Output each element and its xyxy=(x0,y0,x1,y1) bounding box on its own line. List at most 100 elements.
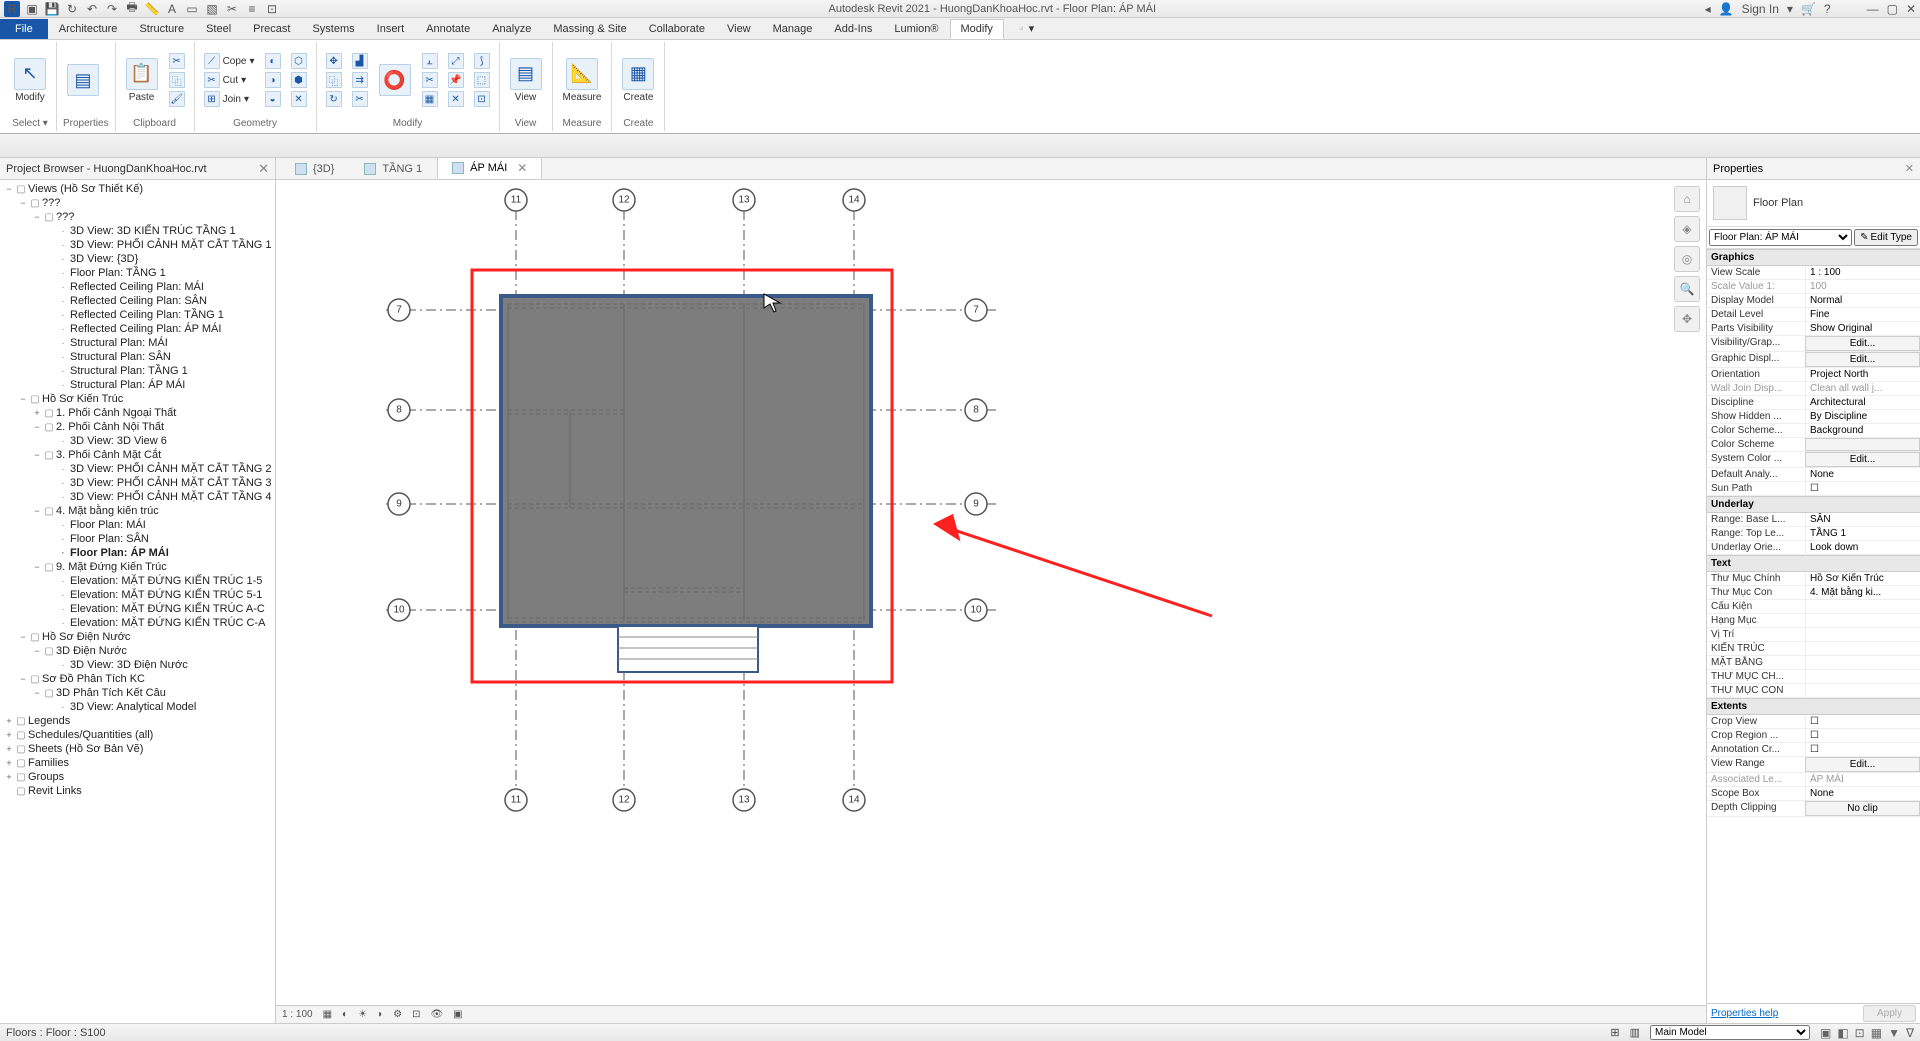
tree-item[interactable]: ·Reflected Ceiling Plan: MÁI xyxy=(0,280,275,294)
property-row[interactable]: View RangeEdit... xyxy=(1707,757,1920,773)
property-row[interactable]: Wall Join Disp...Clean all wall j... xyxy=(1707,382,1920,396)
tree-item[interactable]: ·3D View: PHỐI CẢNH MẶT CẮT TẦNG 2 xyxy=(0,462,275,476)
vc-reveal-icon[interactable]: ▣ xyxy=(453,1009,462,1020)
main-model-select[interactable]: Main Model xyxy=(1650,1025,1810,1040)
property-row[interactable]: Range: Base L...SÂN xyxy=(1707,513,1920,527)
qat-sync-icon[interactable]: ↻ xyxy=(64,1,80,17)
properties-help-link[interactable]: Properties help xyxy=(1711,1008,1778,1019)
clipboard-match-button[interactable]: 🖌 xyxy=(166,90,188,108)
copy-button[interactable]: ⿻ xyxy=(323,71,345,89)
property-row[interactable]: Cấu Kiện xyxy=(1707,600,1920,614)
tree-item[interactable]: ·Reflected Ceiling Plan: ÁP MÁI xyxy=(0,322,275,336)
property-row[interactable]: OrientationProject North xyxy=(1707,368,1920,382)
tree-item[interactable]: +▢1. Phối Cảnh Ngoại Thất xyxy=(0,406,275,420)
tree-item[interactable]: −▢2. Phối Cảnh Nội Thất xyxy=(0,420,275,434)
tab-modify[interactable]: Modify xyxy=(950,19,1004,39)
pan-icon[interactable]: ✥ xyxy=(1674,306,1700,332)
property-group-header[interactable]: Graphics xyxy=(1707,249,1920,266)
home-view-icon[interactable]: ⌂ xyxy=(1674,186,1700,212)
tree-item[interactable]: +▢Families xyxy=(0,756,275,770)
tree-item[interactable]: ·Elevation: MẶT ĐỨNG KIẾN TRÚC A-C xyxy=(0,602,275,616)
view-tab[interactable]: TẦNG 1 xyxy=(349,159,437,179)
close-window-icon[interactable]: ✕ xyxy=(1906,2,1916,16)
project-browser-close-icon[interactable]: ✕ xyxy=(258,161,269,177)
property-row[interactable]: Graphic Displ...Edit... xyxy=(1707,352,1920,368)
property-row[interactable]: Range: Top Le...TẦNG 1 xyxy=(1707,527,1920,541)
geom-tool-3[interactable]: ◒ xyxy=(262,90,284,108)
property-row[interactable]: Crop Region ... xyxy=(1707,729,1920,743)
tree-item[interactable]: ·Elevation: MẶT ĐỨNG KIẾN TRÚC 5-1 xyxy=(0,588,275,602)
modify-tool-button[interactable]: ↖Modify xyxy=(10,56,50,105)
tree-item[interactable]: ·Structural Plan: ÁP MÁI xyxy=(0,378,275,392)
tree-item[interactable]: −▢3D Phân Tích Kết Câu xyxy=(0,686,275,700)
tree-item[interactable]: ·Elevation: MẶT ĐỨNG KIẾN TRÚC C-A xyxy=(0,616,275,630)
property-row[interactable]: Detail LevelFine xyxy=(1707,308,1920,322)
create-button[interactable]: ▦Create xyxy=(618,56,658,105)
close-tab-icon[interactable]: ✕ xyxy=(517,161,527,175)
tab-structure[interactable]: Structure xyxy=(128,19,195,39)
minimize-icon[interactable]: — xyxy=(1867,2,1879,16)
property-row[interactable]: Depth ClippingNo clip xyxy=(1707,801,1920,817)
scale-button[interactable]: ⤢ xyxy=(445,52,467,70)
paste-button[interactable]: 📋Paste xyxy=(122,56,162,105)
geom-tool-6[interactable]: ✕ xyxy=(288,90,310,108)
tab-addins[interactable]: Add-Ins xyxy=(823,19,883,39)
vc-shadow-icon[interactable]: ◗ xyxy=(377,1009,383,1020)
qat-thin-icon[interactable]: ≡ xyxy=(244,1,260,17)
tree-item[interactable]: ▢Revit Links xyxy=(0,784,275,798)
vc-detail-icon[interactable]: ▦ xyxy=(323,1009,332,1020)
property-group-header[interactable]: Underlay xyxy=(1707,496,1920,513)
tree-item[interactable]: +▢Schedules/Quantities (all) xyxy=(0,728,275,742)
tree-item[interactable]: ·Structural Plan: TẦNG 1 xyxy=(0,364,275,378)
property-row[interactable]: Underlay Orie...Look down xyxy=(1707,541,1920,555)
steering-wheel-icon[interactable]: ◎ xyxy=(1674,246,1700,272)
property-row[interactable]: Associated Le...ÁP MÁI xyxy=(1707,773,1920,787)
qat-text-icon[interactable]: A xyxy=(164,1,180,17)
view-tab[interactable]: ÁP MÁI✕ xyxy=(437,157,542,179)
join-button[interactable]: ⊞Join ▾ xyxy=(201,90,258,108)
vc-sun-icon[interactable]: ☀ xyxy=(358,1009,367,1020)
properties-close-icon[interactable]: ✕ xyxy=(1905,162,1914,175)
tree-item[interactable]: +▢Sheets (Hồ Sơ Bản Vẽ) xyxy=(0,742,275,756)
property-list[interactable]: GraphicsView Scale1 : 100Scale Value 1:1… xyxy=(1707,249,1920,1003)
cope-button[interactable]: ⟋Cope ▾ xyxy=(201,52,258,70)
qat-undo-icon[interactable]: ↶ xyxy=(84,1,100,17)
tab-architecture[interactable]: Architecture xyxy=(48,19,129,39)
property-row[interactable]: Scope BoxNone xyxy=(1707,787,1920,801)
zoom-icon[interactable]: 🔍 xyxy=(1674,276,1700,302)
sb-select-icon[interactable]: ▼ xyxy=(1888,1026,1900,1040)
tab-lumion[interactable]: Lumion® xyxy=(883,19,949,39)
clipboard-cut-button[interactable]: ✂ xyxy=(166,52,188,70)
tree-item[interactable]: ·Floor Plan: ÁP MÁI xyxy=(0,546,275,560)
vc-crop-icon[interactable]: ⊡ xyxy=(412,1009,420,1020)
tab-view[interactable]: View xyxy=(716,19,762,39)
tab-annotate[interactable]: Annotate xyxy=(415,19,481,39)
view-tab[interactable]: {3D} xyxy=(280,159,349,179)
qat-print-icon[interactable]: 🖶 xyxy=(124,1,140,17)
tree-item[interactable]: ·3D View: PHỐI CẢNH MẶT CẮT TẦNG 4 xyxy=(0,490,275,504)
tree-item[interactable]: ·Floor Plan: SÂN xyxy=(0,532,275,546)
qat-sheet-icon[interactable]: ▭ xyxy=(184,1,200,17)
tree-item[interactable]: −▢4. Mặt bằng kiến trúc xyxy=(0,504,275,518)
sb-icon-4[interactable]: ▦ xyxy=(1871,1026,1882,1040)
delete-button[interactable]: ✕ xyxy=(445,90,467,108)
rotate-big-button[interactable]: ⭕ xyxy=(375,62,415,98)
qat-3d-icon[interactable]: ▧ xyxy=(204,1,220,17)
geom-tool-1[interactable]: ◐ xyxy=(262,52,284,70)
measure-button[interactable]: 📐Measure xyxy=(559,56,606,105)
property-row[interactable]: Default Analy...None xyxy=(1707,468,1920,482)
property-row[interactable]: Thư Mục ChínhHồ Sơ Kiến Trúc xyxy=(1707,572,1920,586)
property-row[interactable]: Scale Value 1:100 xyxy=(1707,280,1920,294)
align-button[interactable]: ⫠ xyxy=(419,52,441,70)
offset-button[interactable]: ⇉ xyxy=(349,71,371,89)
geom-tool-5[interactable]: ⬢ xyxy=(288,71,310,89)
property-row[interactable]: Visibility/Grap...Edit... xyxy=(1707,336,1920,352)
tree-item[interactable]: −▢Sơ Đồ Phân Tích KC xyxy=(0,672,275,686)
tree-item[interactable]: ·Reflected Ceiling Plan: TẦNG 1 xyxy=(0,308,275,322)
help-icon[interactable]: ? xyxy=(1824,2,1831,16)
tree-item[interactable]: ·3D View: 3D KIẾN TRÚC TẦNG 1 xyxy=(0,224,275,238)
tree-item[interactable]: ·Elevation: MẶT ĐỨNG KIẾN TRÚC 1-5 xyxy=(0,574,275,588)
vc-render-icon[interactable]: ⚙ xyxy=(393,1009,402,1020)
property-group-header[interactable]: Text xyxy=(1707,555,1920,572)
user-icon[interactable]: 👤 xyxy=(1719,2,1734,16)
